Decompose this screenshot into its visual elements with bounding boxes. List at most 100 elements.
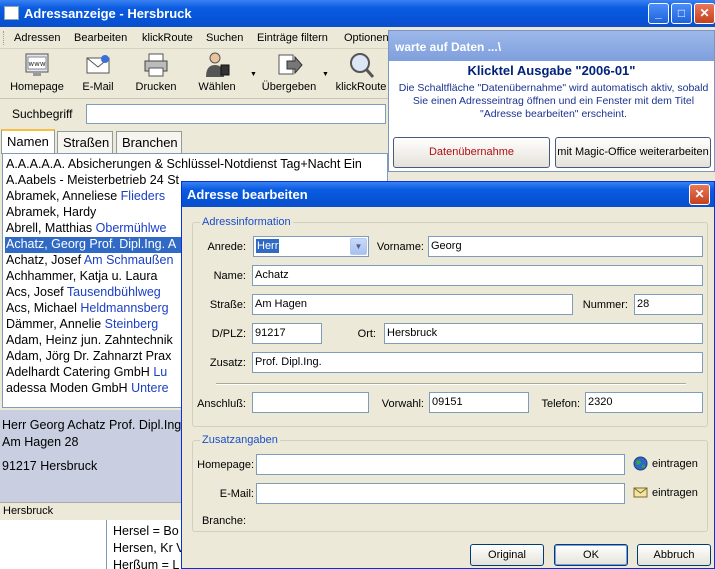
list-item-street: Untere xyxy=(131,381,169,395)
anrede-select[interactable]: Herr ▼ xyxy=(253,236,369,257)
transfer-button[interactable]: Übergeben xyxy=(260,51,318,93)
ok-button[interactable]: OK xyxy=(554,544,628,566)
plz-label: D/PLZ: xyxy=(211,328,246,340)
klickroute-label: klickRoute xyxy=(335,81,387,93)
list-item-street: Lu xyxy=(153,365,168,379)
edit-address-dialog: Adresse bearbeiten ✕ Adressinformation A… xyxy=(181,181,715,569)
anschluss-field[interactable] xyxy=(252,392,369,413)
list-tabs: Namen Straßen Branchen xyxy=(0,129,390,154)
place-list[interactable]: Hersel = Bo Hersen, Kr V Herßum = L xyxy=(106,520,186,569)
search-bar: Suchbegriff xyxy=(0,101,390,127)
search-input[interactable] xyxy=(86,104,386,124)
list-item[interactable]: Adelhardt Catering GmbH Lu xyxy=(6,365,167,381)
globe-icon xyxy=(633,456,648,471)
list-item[interactable]: Adam, Heinz jun. Zahntechnik xyxy=(6,333,173,349)
vorwahl-field[interactable]: 09151 xyxy=(429,392,529,413)
close-button[interactable]: ✕ xyxy=(694,3,715,24)
menu-klickroute[interactable]: klickRoute xyxy=(142,32,193,44)
homepage-field-label: Homepage: xyxy=(197,459,254,471)
envelope-icon xyxy=(86,55,110,74)
list-item-name: Adelhardt Catering GmbH xyxy=(6,365,150,379)
transfer-label: Übergeben xyxy=(261,81,317,93)
menu-optionen[interactable]: Optionen xyxy=(344,32,389,44)
klickroute-button[interactable]: klickRoute xyxy=(334,51,388,93)
list-item[interactable]: Dämmer, Annelie Steinberg xyxy=(6,317,158,333)
separator xyxy=(216,383,686,385)
list-item[interactable]: adessa Moden GmbH Untere xyxy=(6,381,169,397)
email-eintragen-label: eintragen xyxy=(652,487,698,499)
anrede-value: Herr xyxy=(256,239,280,253)
homepage-eintragen-label: eintragen xyxy=(652,458,698,470)
tab-strassen[interactable]: Straßen xyxy=(57,131,113,153)
print-button[interactable]: Drucken xyxy=(134,51,178,93)
list-item[interactable]: Adam, Jörg Dr. Zahnarzt Prax xyxy=(6,349,171,365)
menu-bearbeiten[interactable]: Bearbeiten xyxy=(74,32,127,44)
list-item[interactable]: Hersel = Bo xyxy=(113,524,179,538)
list-item[interactable]: Achatz, Josef Am Schmaußen xyxy=(6,253,173,269)
wait-panel-text: Die Schaltfläche "Datenübernahme" wird a… xyxy=(398,82,709,120)
tab-branchen[interactable]: Branchen xyxy=(116,131,182,153)
list-item-street: Tausendbühlweg xyxy=(66,285,161,299)
ort-field[interactable]: Hersbruck xyxy=(384,323,703,344)
wait-panel-heading: Klicktel Ausgabe "2006-01" xyxy=(467,63,636,78)
data-import-button[interactable]: Datenübernahme xyxy=(393,137,550,168)
envelope-icon xyxy=(633,487,648,498)
list-item[interactable]: Achhammer, Katja u. Laura xyxy=(6,269,157,285)
list-item[interactable]: Acs, Michael Heldmannsberg xyxy=(6,301,169,317)
nummer-field[interactable]: 28 xyxy=(634,294,703,315)
list-item[interactable]: Abramek, Hardy xyxy=(6,205,96,221)
telefon-label: Telefon: xyxy=(541,398,580,410)
dial-dropdown-arrow-icon[interactable]: ▼ xyxy=(250,71,257,78)
vorname-field[interactable]: Georg xyxy=(428,236,703,257)
homepage-icon: www xyxy=(25,53,49,76)
email-button[interactable]: E-Mail xyxy=(78,51,118,93)
list-item[interactable]: A.A.A.A.A. Absicherungen & Schlüssel-Not… xyxy=(6,157,362,173)
vorwahl-label: Vorwahl: xyxy=(381,398,424,410)
list-item-name: Achhammer, Katja u. Laura xyxy=(6,269,158,283)
print-label: Drucken xyxy=(135,81,177,93)
homepage-button[interactable]: www Homepage xyxy=(8,51,66,93)
list-item[interactable]: A.Aabels - Meisterbetrieb 24 St xyxy=(6,173,179,189)
list-item[interactable]: Hersen, Kr V xyxy=(113,541,185,555)
list-item-name: Acs, Michael xyxy=(6,301,77,315)
list-item[interactable]: Abramek, Anneliese Flieders xyxy=(6,189,165,205)
continue-magic-office-button[interactable]: mit Magic-Office weiterarbeiten xyxy=(555,137,711,168)
menu-eintraege-filtern[interactable]: Einträge filtern xyxy=(257,32,328,44)
email-field[interactable] xyxy=(256,483,625,504)
window-title: Adressanzeige - Hersbruck xyxy=(24,6,192,21)
email-eintragen-button[interactable]: eintragen xyxy=(633,485,713,501)
tab-namen[interactable]: Namen xyxy=(1,129,55,154)
telefon-field[interactable]: 2320 xyxy=(585,392,703,413)
zusatz-field[interactable]: Prof. Dipl.Ing. xyxy=(252,352,703,373)
list-item-name: Dämmer, Annelie xyxy=(6,317,102,331)
menu-adressen[interactable]: Adressen xyxy=(14,32,60,44)
list-item[interactable]: Acs, Josef Tausendbühlweg xyxy=(6,285,161,301)
homepage-label: Homepage xyxy=(10,81,64,93)
dialog-close-icon[interactable]: ✕ xyxy=(689,184,710,205)
list-item-street: Flieders xyxy=(120,189,166,203)
main-titlebar[interactable]: Adressanzeige - Hersbruck _ □ ✕ xyxy=(0,0,715,27)
plz-field[interactable]: 91217 xyxy=(252,323,322,344)
name-field[interactable]: Achatz xyxy=(252,265,703,286)
zusatz-label: Zusatz: xyxy=(209,357,246,369)
status-place: Hersbruck xyxy=(3,505,54,517)
minimize-button[interactable]: _ xyxy=(648,3,669,24)
menu-suchen[interactable]: Suchen xyxy=(206,32,243,44)
homepage-field[interactable] xyxy=(256,454,625,475)
dial-button[interactable]: Wählen xyxy=(196,51,238,93)
dialog-titlebar[interactable]: Adresse bearbeiten ✕ xyxy=(182,182,714,207)
wait-panel-titlebar: warte auf Daten ...\ xyxy=(389,31,714,61)
address-details: Herr Georg Achatz Prof. Dipl.Ing. Am Hag… xyxy=(0,410,185,502)
strasse-field[interactable]: Am Hagen xyxy=(252,294,573,315)
list-item[interactable]: Abrell, Matthias Obermühlwe xyxy=(6,221,167,237)
dialog-title: Adresse bearbeiten xyxy=(187,187,308,202)
maximize-button[interactable]: □ xyxy=(671,3,692,24)
homepage-eintragen-button[interactable]: eintragen xyxy=(633,456,713,472)
transfer-dropdown-arrow-icon[interactable]: ▼ xyxy=(322,71,329,78)
original-button[interactable]: Original xyxy=(470,544,544,566)
list-item-name: adessa Moden GmbH xyxy=(6,381,128,395)
menu-grip xyxy=(3,31,6,45)
list-item[interactable]: Herßum = L xyxy=(113,558,179,569)
cancel-button[interactable]: Abbruch xyxy=(637,544,711,566)
chevron-down-icon[interactable]: ▼ xyxy=(350,238,367,255)
